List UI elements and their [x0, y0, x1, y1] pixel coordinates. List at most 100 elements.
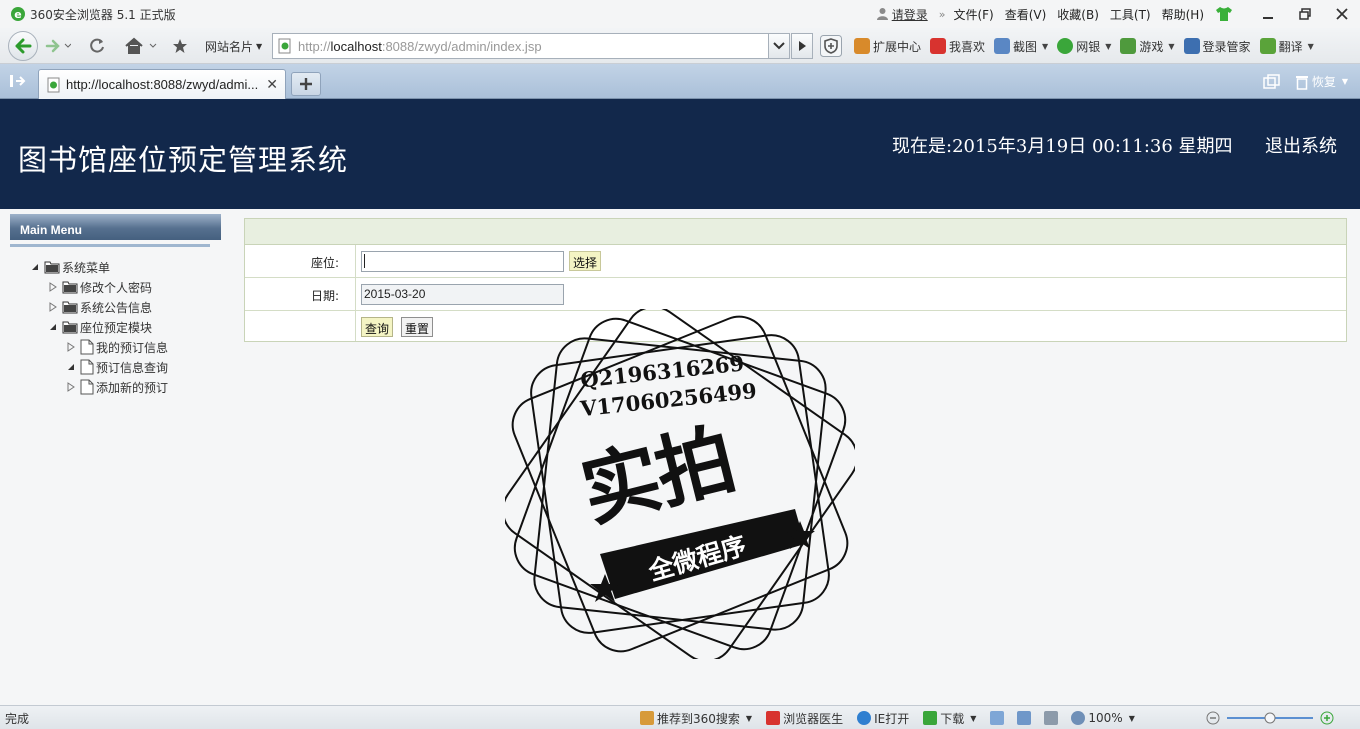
extensions-label: 扩展中心: [873, 39, 922, 54]
text-caret: [364, 254, 365, 268]
collapsed-arrow-icon[interactable]: [48, 282, 58, 292]
date-label: 日期:: [245, 278, 356, 310]
collapsed-arrow-icon[interactable]: [66, 382, 76, 392]
address-path: :8088/zwyd/admin/index.jsp: [381, 38, 542, 54]
zoom-slider[interactable]: [1205, 710, 1335, 726]
page-favicon-icon: [278, 38, 291, 54]
security-status-button[interactable]: [1017, 711, 1034, 725]
page-favicon-icon: [47, 77, 60, 92]
logout-link[interactable]: 退出系统: [1265, 132, 1337, 158]
tree-node-change-password[interactable]: 修改个人密码: [48, 278, 152, 296]
seat-input[interactable]: [361, 251, 564, 272]
window-title: 360安全浏览器 5.1 正式版: [30, 7, 176, 22]
site-cards-button[interactable]: 网站名片 ▼: [205, 34, 262, 58]
sidebar-toggle-icon[interactable]: [9, 73, 27, 89]
window-mode-button[interactable]: [990, 711, 1007, 725]
tree-node-announcements[interactable]: 系统公告信息: [48, 298, 152, 316]
close-icon: [1335, 8, 1348, 20]
browser-doctor-button[interactable]: 浏览器医生: [766, 710, 843, 727]
tree-label: 系统菜单: [62, 260, 111, 275]
chevron-down-icon: ▼: [970, 713, 977, 723]
home-button[interactable]: [122, 35, 160, 57]
menu-tools[interactable]: 工具(T): [1110, 6, 1151, 23]
like-button[interactable]: 我喜欢: [930, 38, 985, 55]
chevron-down-icon: ▼: [1168, 41, 1175, 51]
tree-node-booking-query[interactable]: 预订信息查询: [66, 358, 168, 376]
tree-node-root[interactable]: 系统菜单: [30, 258, 110, 276]
bank-button[interactable]: 网银 ▼: [1057, 38, 1111, 55]
tree-node-seat-module[interactable]: 座位预定模块: [48, 318, 152, 336]
menu-favorites[interactable]: 收藏(B): [1057, 6, 1099, 23]
zoom-thumb[interactable]: [1264, 712, 1276, 724]
tree-label: 预订信息查询: [96, 360, 169, 375]
skin-shirt-icon[interactable]: [1215, 6, 1233, 22]
medical-kit-icon: [766, 711, 781, 725]
shield-icon: [820, 35, 842, 57]
window-icon: [990, 711, 1005, 725]
extensions-icon: [854, 38, 870, 54]
tab-active[interactable]: http://localhost:8088/zwyd/admi... ✕: [38, 69, 286, 99]
address-bar[interactable]: http://localhost:8088/zwyd/admin/index.j…: [272, 33, 770, 59]
reset-button[interactable]: 重置: [401, 317, 434, 337]
restore-tabs-label[interactable]: 恢复: [1312, 73, 1336, 90]
thumb-up-icon: [640, 711, 654, 725]
close-window-button[interactable]: [1323, 0, 1360, 28]
restore-window-button[interactable]: [1286, 0, 1323, 28]
address-history-dropdown[interactable]: [768, 33, 790, 59]
trash-icon[interactable]: [1295, 74, 1309, 90]
system-banner: 图书馆座位预定管理系统 现在是:2015年3月19日 00:11:36 星期四 …: [0, 99, 1360, 209]
expanded-arrow-icon[interactable]: [66, 362, 76, 372]
speaker-icon: [1044, 711, 1059, 725]
go-button[interactable]: [791, 33, 813, 59]
tree-node-my-bookings[interactable]: 我的预订信息: [66, 338, 168, 356]
form-row-date: 日期: 2015-03-20: [245, 278, 1346, 311]
system-title: 图书馆座位预定管理系统: [18, 143, 349, 177]
games-button[interactable]: 游戏 ▼: [1120, 38, 1175, 55]
main-menu-header: Main Menu: [10, 214, 221, 240]
new-tab-button[interactable]: [291, 72, 321, 96]
collapsed-arrow-icon[interactable]: [66, 342, 76, 352]
menu-file[interactable]: 文件(F): [953, 6, 993, 23]
expanded-arrow-icon[interactable]: [48, 322, 58, 332]
recommend-label: 推荐到360搜索: [657, 711, 740, 726]
back-button[interactable]: [8, 31, 38, 61]
login-link[interactable]: 请登录: [876, 6, 928, 23]
query-button[interactable]: 查询: [361, 317, 394, 337]
tree-label: 修改个人密码: [80, 280, 153, 295]
favorite-star-button[interactable]: [168, 35, 192, 57]
collapsed-arrow-icon[interactable]: [48, 302, 58, 312]
choose-seat-button[interactable]: 选择: [569, 251, 601, 271]
gamepad-icon: [1120, 38, 1137, 54]
chevron-down-icon[interactable]: ▼: [1342, 77, 1348, 86]
chevron-down-icon: ▼: [1042, 41, 1049, 51]
tree-node-add-booking[interactable]: 添加新的预订: [66, 378, 168, 396]
address-host: localhost: [330, 38, 382, 54]
windows-icon[interactable]: [1263, 73, 1281, 90]
menu-help[interactable]: 帮助(H): [1162, 6, 1204, 23]
extensions-button[interactable]: 扩展中心: [854, 38, 921, 55]
menu-view[interactable]: 查看(V): [1005, 6, 1047, 23]
download-button[interactable]: 下载 ▼: [923, 710, 976, 727]
minimize-button[interactable]: [1249, 0, 1286, 28]
tab-close-icon[interactable]: ✕: [266, 77, 278, 93]
ie-open-button[interactable]: IE打开: [857, 710, 909, 727]
zoom-label: 100%: [1088, 711, 1123, 725]
document-icon: [80, 379, 94, 395]
forward-button[interactable]: [42, 35, 74, 57]
folder-icon: [44, 261, 60, 274]
date-input[interactable]: 2015-03-20: [361, 284, 564, 305]
user-icon: [876, 8, 888, 20]
security-shield-button[interactable]: [820, 35, 842, 57]
translate-button[interactable]: 翻译 ▼: [1259, 38, 1314, 55]
tree-label: 添加新的预订: [96, 380, 169, 395]
folder-icon: [62, 281, 78, 294]
chevron-down-icon: [773, 42, 785, 50]
zoom-button[interactable]: 100% ▼: [1071, 711, 1135, 725]
recommend-360-button[interactable]: 推荐到360搜索 ▼: [640, 710, 752, 727]
refresh-button[interactable]: [84, 35, 110, 57]
screenshot-button[interactable]: 截图 ▼: [994, 38, 1048, 55]
expanded-arrow-icon[interactable]: [30, 262, 40, 272]
sound-button[interactable]: [1044, 711, 1061, 725]
login-manager-button[interactable]: 登录管家: [1183, 38, 1251, 55]
double-chevron-icon[interactable]: »: [939, 8, 946, 21]
